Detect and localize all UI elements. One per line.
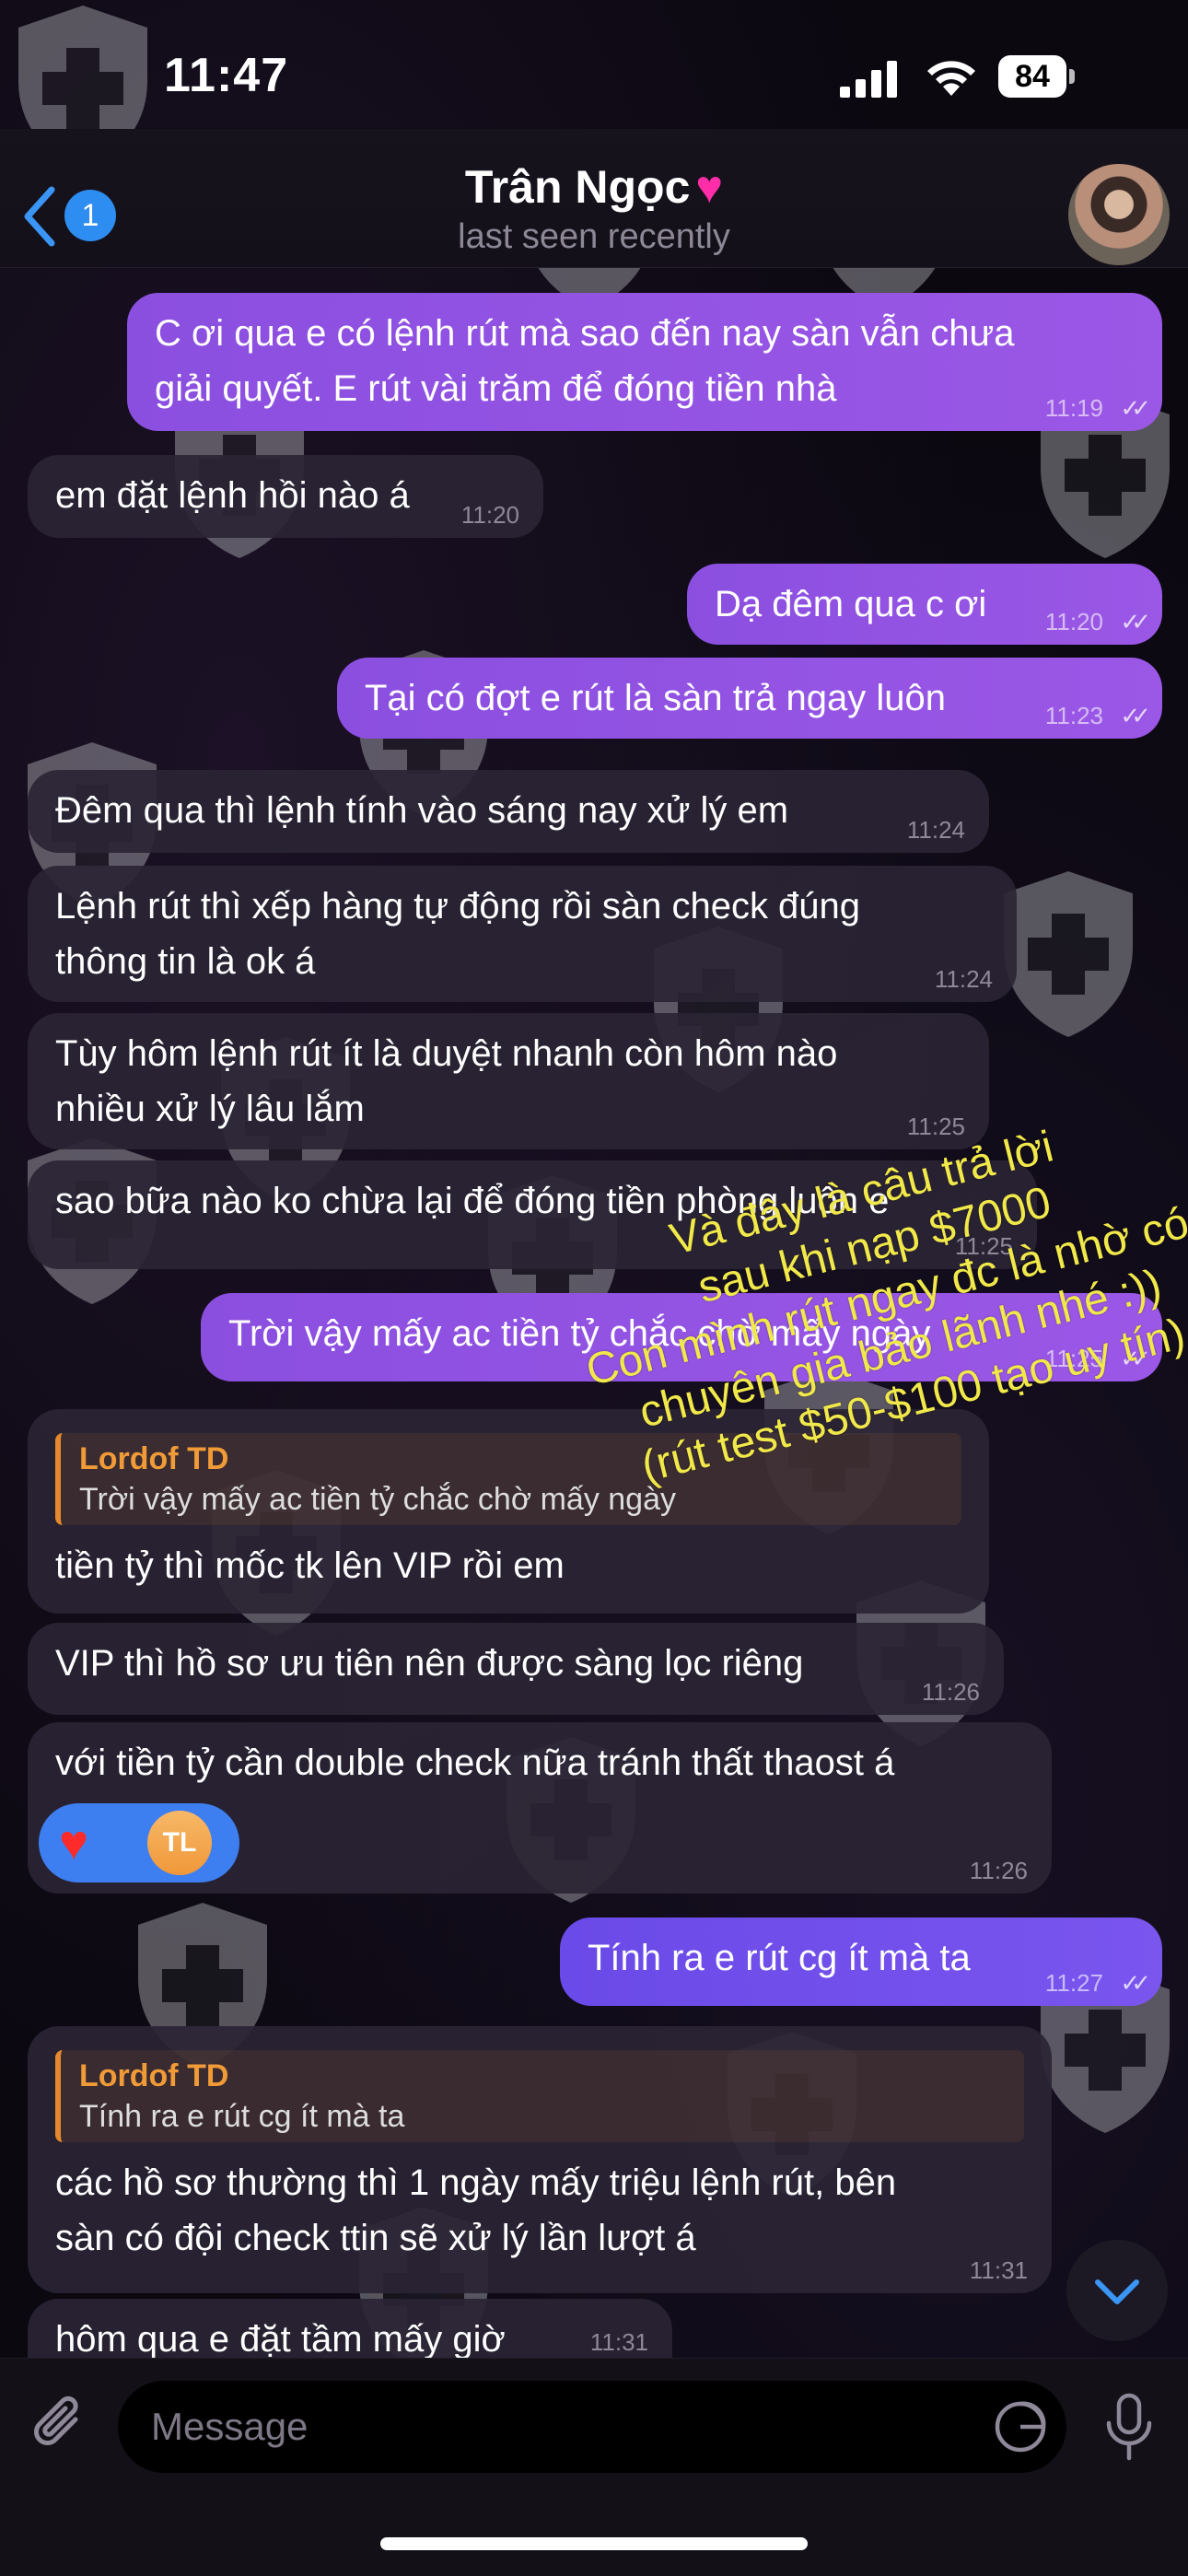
chat-header: 1 Trân Ngọc ♥ last seen recently	[0, 129, 1188, 268]
read-checkmarks-icon: ✓✓	[1120, 702, 1150, 729]
message-text: thông tin là ok á	[55, 941, 316, 982]
message-time: 11:20	[1044, 608, 1103, 635]
last-seen-status: last seen recently	[458, 217, 730, 256]
read-checkmarks-icon: ✓✓	[1120, 1969, 1150, 1997]
message-time: 11:24	[934, 965, 993, 993]
paperclip-icon[interactable]	[28, 2392, 92, 2456]
contact-name[interactable]: Trân Ngọc ♥	[0, 160, 1188, 214]
read-checkmarks-icon: ✓✓	[1120, 608, 1150, 635]
message-text: Tùy hôm lệnh rút ít là duyệt nhanh còn h…	[55, 1033, 838, 1074]
message-text: sàn có đội check ttin sẽ xử lý lần lượt …	[55, 2218, 696, 2258]
message-time: 11:31	[969, 2256, 1028, 2284]
cellular-signal-icon	[840, 61, 897, 98]
reply-text: Trời vậy mấy ac tiền tỷ chắc chờ mấy ngà…	[79, 1482, 676, 1517]
message-incoming[interactable]: Tùy hôm lệnh rút ít là duyệt nhanh còn h…	[28, 1013, 989, 1149]
message-text: nhiều xử lý lâu lắm	[55, 1089, 365, 1129]
message-time: 11:26	[969, 1857, 1028, 1884]
reply-author: Lordof TD	[79, 2058, 229, 2093]
message-time: 11:20	[460, 501, 519, 529]
reactor-avatar: TL	[147, 1811, 212, 1875]
message-outgoing[interactable]: C ơi qua e có lệnh rút mà sao đến nay sà…	[127, 293, 1162, 431]
battery-indicator: 84	[998, 55, 1077, 98]
message-text: Tại có đợt e rút là sàn trả ngay luôn	[365, 678, 947, 718]
microphone-icon[interactable]	[1101, 2392, 1157, 2462]
message-text: với tiền tỷ cần double check nữa tránh t…	[55, 1743, 895, 1783]
message-text: VIP thì hồ sơ ưu tiên nên được sàng lọc …	[55, 1643, 804, 1684]
message-incoming[interactable]: VIP thì hồ sơ ưu tiên nên được sàng lọc …	[28, 1623, 1004, 1715]
message-text: các hồ sơ thường thì 1 ngày mấy triệu lệ…	[55, 2162, 897, 2203]
message-reactions[interactable]: ♥ TL	[39, 1803, 239, 1882]
sticker-icon[interactable]	[993, 2399, 1048, 2454]
message-input[interactable]	[118, 2381, 1066, 2473]
message-time: 11:24	[906, 816, 965, 844]
reply-text: Tính ra e rút cg ít mà ta	[79, 2099, 405, 2134]
message-time: 11:19	[1044, 394, 1103, 422]
message-text: giải quyết. E rút vài trăm để đóng tiền …	[155, 368, 837, 409]
message-outgoing[interactable]: Dạ đêm qua c ơi 11:20 ✓✓	[687, 564, 1162, 645]
message-composer	[0, 2358, 1188, 2576]
home-indicator	[380, 2537, 808, 2550]
battery-level: 84	[1015, 59, 1050, 94]
message-outgoing[interactable]: Tính ra e rút cg ít mà ta 11:27 ✓✓	[560, 1917, 1162, 2006]
read-checkmarks-icon: ✓✓	[1120, 394, 1150, 422]
wifi-icon	[927, 61, 975, 96]
message-time: 11:23	[1044, 702, 1103, 729]
message-text: Đêm qua thì lệnh tính vào sáng nay xử lý…	[55, 790, 789, 831]
contact-name-text: Trân Ngọc	[464, 161, 691, 213]
message-incoming[interactable]: Đêm qua thì lệnh tính vào sáng nay xử lý…	[28, 770, 989, 853]
message-time: 11:26	[921, 1678, 980, 1706]
heart-reaction-icon: ♥	[59, 1815, 89, 1871]
message-time: 11:27	[1044, 1969, 1103, 1997]
chevron-down-icon	[1095, 2279, 1139, 2304]
message-text: em đặt lệnh hồi nào á	[55, 475, 410, 516]
message-text: tiền tỷ thì mốc tk lên VIP rồi em	[55, 1545, 565, 1586]
message-incoming[interactable]: Lệnh rút thì xếp hàng tự động rồi sàn ch…	[28, 866, 1017, 1002]
message-text: Lệnh rút thì xếp hàng tự động rồi sàn ch…	[55, 886, 861, 927]
message-incoming-reply[interactable]: Lordof TD Tính ra e rút cg ít mà ta các …	[28, 2026, 1052, 2293]
message-outgoing[interactable]: Tại có đợt e rút là sàn trả ngay luôn 11…	[337, 658, 1162, 739]
shield-watermark-icon	[1004, 871, 1133, 1037]
message-incoming[interactable]: em đặt lệnh hồi nào á 11:20	[28, 455, 543, 538]
heart-icon: ♥	[695, 161, 724, 213]
message-time: 11:31	[589, 2328, 648, 2356]
message-text: C ơi qua e có lệnh rút mà sao đến nay sà…	[155, 313, 1015, 354]
scroll-to-bottom-button[interactable]	[1066, 2240, 1168, 2341]
contact-avatar[interactable]	[1068, 164, 1170, 265]
status-time: 11:47	[164, 49, 289, 102]
reply-quote[interactable]: Lordof TD Tính ra e rút cg ít mà ta	[55, 2050, 1024, 2142]
message-time: 11:25	[906, 1113, 965, 1140]
